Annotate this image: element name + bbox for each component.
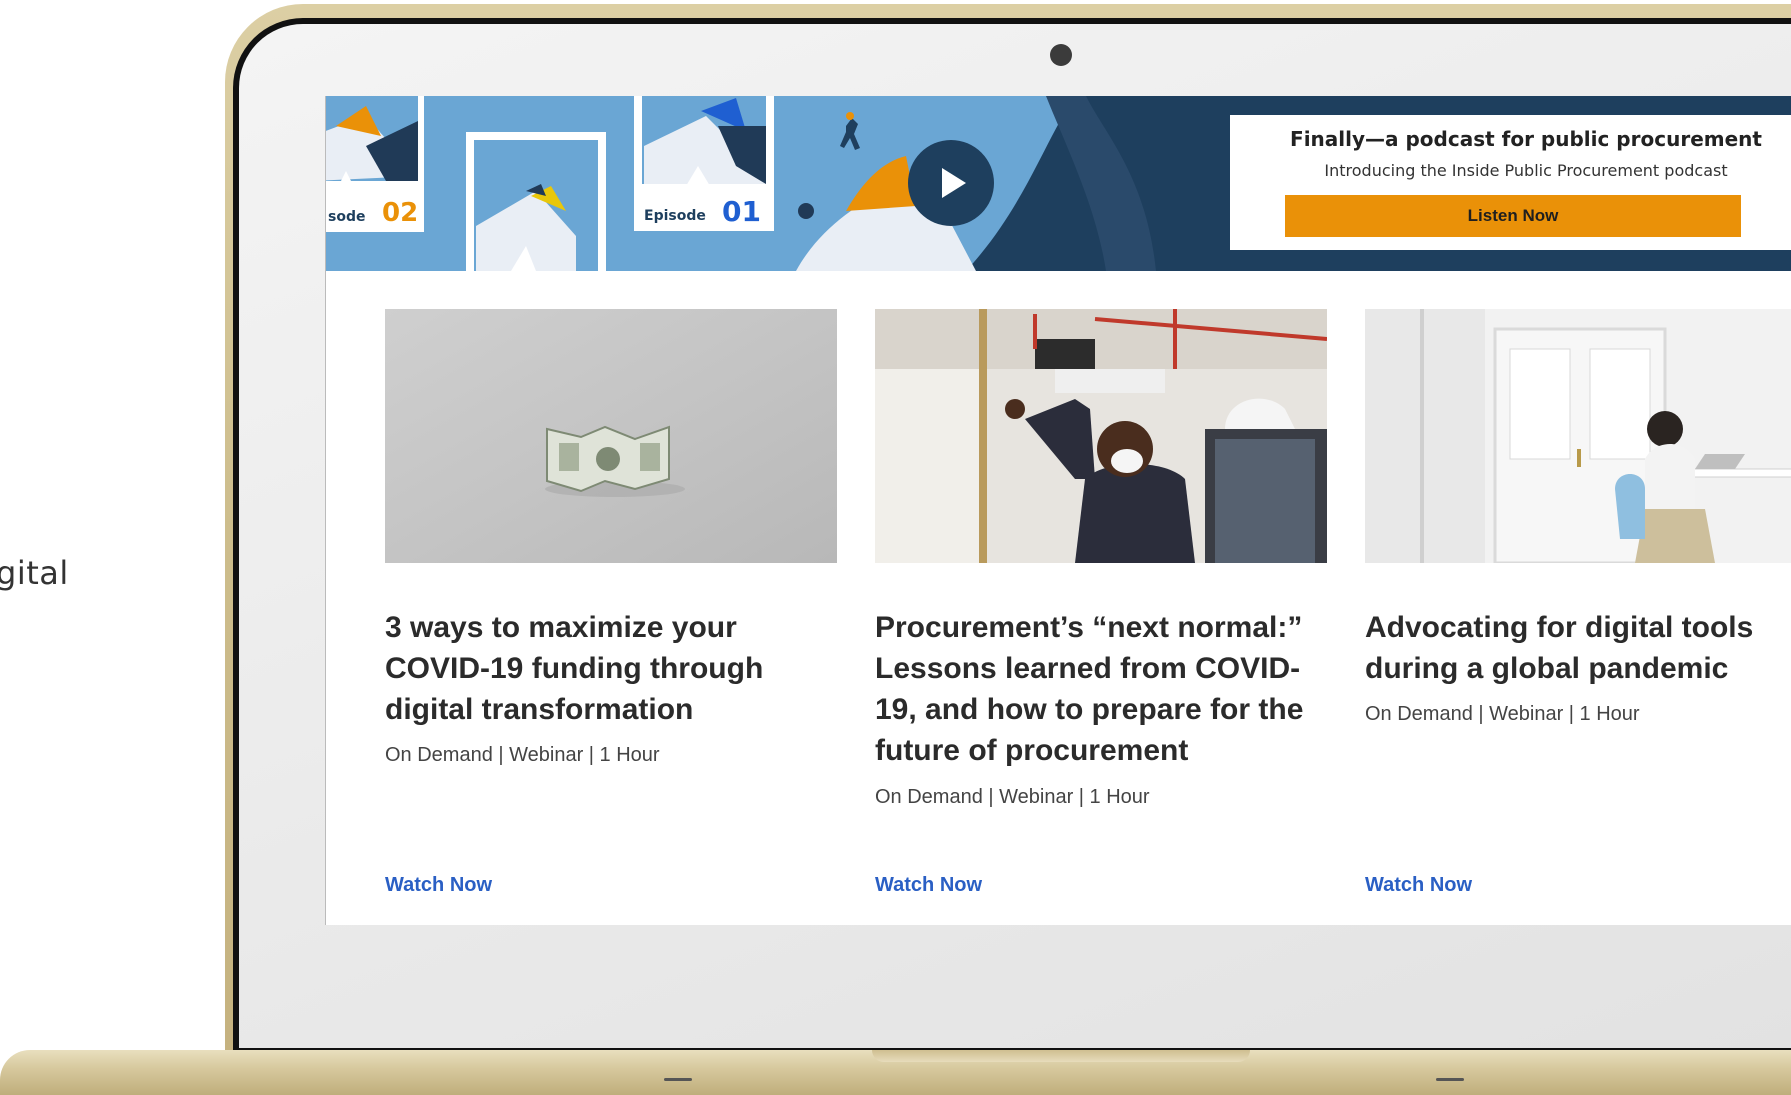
laptop-foot [1436, 1078, 1464, 1081]
play-icon [942, 168, 966, 198]
episode-label-left: sode [328, 209, 365, 225]
laptop-foot [664, 1078, 692, 1081]
laptop-base-notch [872, 1050, 1250, 1062]
watch-now-link[interactable]: Watch Now [385, 874, 492, 897]
card-image-office-worker [875, 309, 1327, 563]
card-title[interactable]: Procurement’s “next normal:” Lessons lea… [875, 607, 1327, 771]
laptop-base [0, 1050, 1791, 1095]
card-title[interactable]: 3 ways to maximize your COVID-19 funding… [385, 607, 837, 730]
episode-card-right: Episode 01 [634, 96, 774, 231]
promo-subtitle: Introducing the Inside Public Procuremen… [1324, 161, 1728, 180]
camera-icon [1050, 44, 1072, 66]
card-meta: On Demand | Webinar | 1 Hour [1365, 703, 1640, 725]
card-meta: On Demand | Webinar | 1 Hour [385, 744, 660, 766]
card-meta: On Demand | Webinar | 1 Hour [875, 786, 1150, 808]
watch-now-link[interactable]: Watch Now [875, 874, 982, 897]
webpage: sode 02 Episode 01 Finally—a podcast for… [325, 96, 1791, 925]
podcast-banner: sode 02 Episode 01 Finally—a podcast for… [326, 96, 1791, 271]
webinar-card: Procurement’s “next normal:” Lessons lea… [875, 309, 1327, 909]
promo-title: Finally—a podcast for public procurement [1290, 127, 1762, 151]
listen-now-button[interactable]: Listen Now [1285, 195, 1741, 237]
episode-card-left: sode 02 [326, 96, 424, 232]
background-side-text: gital [0, 554, 69, 592]
episode-label-right: Episode [644, 208, 706, 224]
webinar-card: Advocating for digital tools during a gl… [1365, 309, 1791, 909]
card-image-dollar [385, 309, 837, 563]
card-title[interactable]: Advocating for digital tools during a gl… [1365, 607, 1791, 689]
watch-now-link[interactable]: Watch Now [1365, 874, 1472, 897]
episode-number-left: 02 [382, 198, 418, 228]
play-button[interactable] [908, 140, 994, 226]
card-image-remote-worker [1365, 309, 1791, 563]
webinar-card: 3 ways to maximize your COVID-19 funding… [385, 309, 837, 909]
episode-card-middle [466, 132, 606, 271]
episode-number-right: 01 [722, 195, 761, 228]
podcast-promo-box: Finally—a podcast for public procurement… [1230, 115, 1791, 250]
